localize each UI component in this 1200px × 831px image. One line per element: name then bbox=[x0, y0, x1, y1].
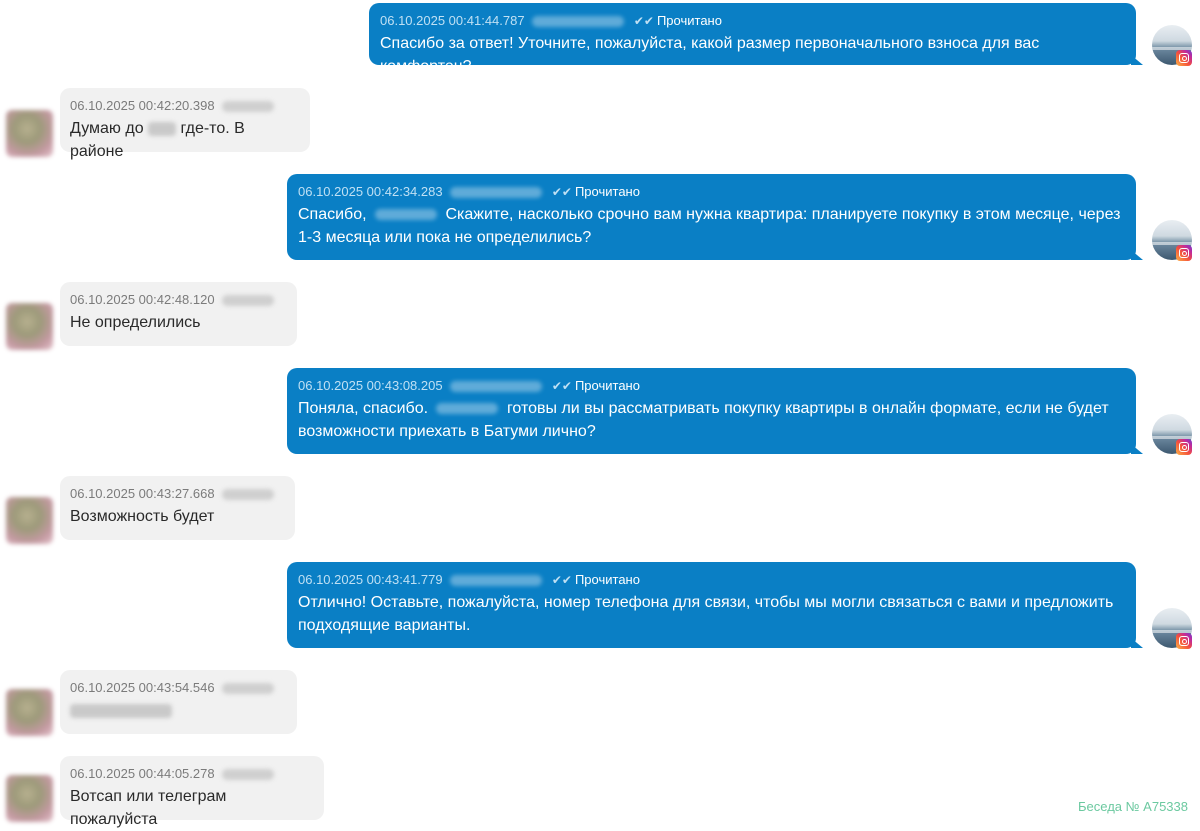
instagram-icon bbox=[1176, 633, 1192, 649]
sender-name-redacted bbox=[450, 187, 543, 199]
client-name-redacted bbox=[375, 209, 438, 221]
message-text: Думаю до где-то. В районе bbox=[70, 117, 296, 163]
read-status: Прочитано bbox=[574, 572, 640, 587]
message-text: Спасибо, Скажите, насколько срочно вам н… bbox=[298, 203, 1122, 249]
message-text-line2: подходящие варианты. bbox=[298, 617, 471, 634]
message-text-line1: Отлично! Оставьте, пожалуйста, номер тел… bbox=[298, 594, 1114, 611]
message-outgoing: 06.10.2025 00:43:41.779 ✔✔ Прочитано Отли… bbox=[280, 562, 1192, 649]
message-timestamp: 06.10.2025 00:43:27.668 bbox=[70, 486, 215, 501]
instagram-icon bbox=[1176, 245, 1192, 261]
client-avatar bbox=[6, 497, 53, 544]
read-status: Прочитано bbox=[574, 378, 640, 393]
read-status: Прочитано bbox=[656, 13, 722, 28]
client-avatar bbox=[6, 110, 53, 157]
sender-name-redacted bbox=[222, 101, 275, 113]
message-timestamp: 06.10.2025 00:44:05.278 bbox=[70, 766, 215, 781]
double-check-icon: ✔✔ bbox=[551, 379, 572, 393]
client-name-redacted bbox=[436, 403, 499, 415]
message-meta: 06.10.2025 00:42:20.398 bbox=[70, 97, 296, 115]
message-text-line2: 1-3 месяца или пока не определились? bbox=[298, 229, 592, 246]
client-avatar bbox=[6, 689, 53, 736]
sender-name-redacted bbox=[450, 575, 543, 587]
client-avatar bbox=[6, 775, 53, 822]
message-incoming: 06.10.2025 00:42:20.398 Думаю до где-то.… bbox=[60, 88, 310, 160]
message-bubble: 06.10.2025 00:43:08.205 ✔✔ Прочитано Поня… bbox=[287, 368, 1143, 454]
message-text: Поняла, спасибо. готовы ли вы рассматрив… bbox=[298, 397, 1122, 443]
message-text bbox=[70, 699, 283, 722]
message-timestamp: 06.10.2025 00:41:44.787 bbox=[380, 13, 525, 28]
redacted-amount bbox=[148, 121, 177, 136]
message-incoming: 06.10.2025 00:42:48.120 Не определились bbox=[60, 282, 297, 346]
message-meta: 06.10.2025 00:42:48.120 bbox=[70, 291, 283, 309]
sender-name-redacted bbox=[222, 489, 275, 501]
message-meta: 06.10.2025 00:43:54.546 bbox=[70, 679, 283, 697]
message-text-start: Спасибо, bbox=[298, 206, 367, 223]
message-text: Не определились bbox=[70, 314, 201, 331]
message-meta: 06.10.2025 00:41:44.787 ✔✔ Прочитано bbox=[380, 12, 1122, 30]
message-incoming: 06.10.2025 00:43:27.668 Возможность буде… bbox=[60, 476, 295, 540]
double-check-icon: ✔✔ bbox=[551, 573, 572, 587]
message-bubble: 06.10.2025 00:43:41.779 ✔✔ Прочитано Отли… bbox=[287, 562, 1143, 648]
sender-name-redacted bbox=[222, 683, 275, 695]
sender-name-redacted bbox=[222, 295, 275, 307]
message-bubble: 06.10.2025 00:42:34.283 ✔✔ Прочитано Спас… bbox=[287, 174, 1143, 260]
message-meta: 06.10.2025 00:42:34.283 ✔✔ Прочитано bbox=[298, 183, 1122, 201]
sender-name-redacted bbox=[450, 381, 543, 393]
sender-name-redacted bbox=[222, 769, 275, 781]
double-check-icon: ✔✔ bbox=[551, 185, 572, 199]
message-meta: 06.10.2025 00:44:05.278 bbox=[70, 765, 310, 783]
conversation-id: Беседа № А75338 bbox=[1077, 799, 1188, 814]
message-text: Вотсап или телеграм пожалуйста bbox=[70, 788, 227, 828]
message-text: Отлично! Оставьте, пожалуйста, номер тел… bbox=[298, 591, 1122, 637]
message-outgoing: 06.10.2025 00:41:44.787 ✔✔ Прочитано Спас… bbox=[362, 3, 1192, 75]
message-timestamp: 06.10.2025 00:42:20.398 bbox=[70, 98, 215, 113]
message-text-start: Думаю до bbox=[70, 120, 144, 137]
message-timestamp: 06.10.2025 00:42:48.120 bbox=[70, 292, 215, 307]
message-timestamp: 06.10.2025 00:43:41.779 bbox=[298, 572, 443, 587]
message-meta: 06.10.2025 00:43:08.205 ✔✔ Прочитано bbox=[298, 377, 1122, 395]
message-text-line2: возможности приехать в Батуми лично? bbox=[298, 423, 596, 440]
instagram-icon bbox=[1176, 50, 1192, 66]
message-outgoing: 06.10.2025 00:43:08.205 ✔✔ Прочитано Поня… bbox=[280, 368, 1192, 455]
sender-name-redacted bbox=[532, 16, 625, 28]
chat-thread: 06.10.2025 00:41:44.787 ✔✔ Прочитано Спас… bbox=[0, 0, 1200, 828]
message-meta: 06.10.2025 00:43:41.779 ✔✔ Прочитано bbox=[298, 571, 1122, 589]
message-timestamp: 06.10.2025 00:42:34.283 bbox=[298, 184, 443, 199]
double-check-icon: ✔✔ bbox=[633, 14, 654, 28]
message-incoming: 06.10.2025 00:44:05.278 Вотсап или телег… bbox=[60, 756, 324, 828]
message-text: Спасибо за ответ! Уточните, пожалуйста, … bbox=[380, 35, 1040, 75]
message-bubble: 06.10.2025 00:41:44.787 ✔✔ Прочитано Спас… bbox=[369, 3, 1143, 75]
message-text-line1: готовы ли вы рассматривать покупку кварт… bbox=[506, 400, 1109, 417]
instagram-icon bbox=[1176, 439, 1192, 455]
message-outgoing: 06.10.2025 00:42:34.283 ✔✔ Прочитано Спас… bbox=[280, 174, 1192, 261]
redacted-phone-number bbox=[70, 703, 172, 718]
client-avatar bbox=[6, 303, 53, 350]
message-meta: 06.10.2025 00:43:27.668 bbox=[70, 485, 281, 503]
read-status: Прочитано bbox=[574, 184, 640, 199]
message-text-start: Поняла, спасибо. bbox=[298, 400, 429, 417]
message-timestamp: 06.10.2025 00:43:08.205 bbox=[298, 378, 443, 393]
message-text: Возможность будет bbox=[70, 508, 215, 525]
message-incoming: 06.10.2025 00:43:54.546 bbox=[60, 670, 297, 734]
message-text-line1: Скажите, насколько срочно вам нужна квар… bbox=[445, 206, 1121, 223]
message-timestamp: 06.10.2025 00:43:54.546 bbox=[70, 680, 215, 695]
